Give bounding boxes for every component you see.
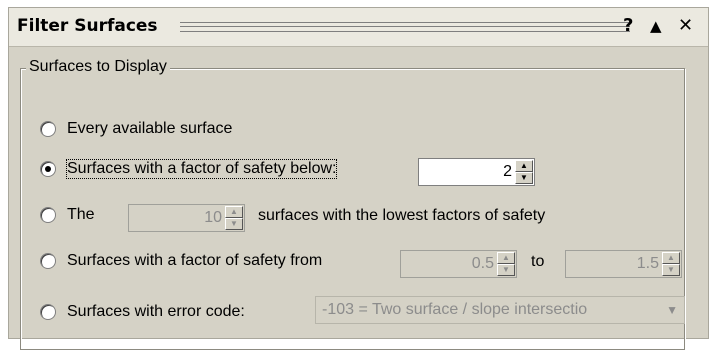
lowest-count-value[interactable]: 10 [204,209,222,227]
range-from-value[interactable]: 0.5 [472,255,494,273]
radio-lowest-factors[interactable] [40,207,56,223]
range-to-value[interactable]: 1.5 [637,255,659,273]
option-lowest-prefix: The [67,206,95,223]
group-legend: Surfaces to Display [26,58,170,76]
option-lowest-factors[interactable]: The [40,203,130,231]
collapse-button[interactable]: ▲ [650,16,662,36]
range-to-spinner[interactable]: 1.5 ▲ ▼ [565,250,682,278]
option-error-label: Surfaces with error code: [67,303,245,320]
chevron-down-icon[interactable]: ▼ [666,303,678,317]
spin-up-icon[interactable]: ▲ [497,252,515,264]
range-from-spinner[interactable]: 0.5 ▲ ▼ [400,250,517,278]
spin-down-icon[interactable]: ▼ [497,264,515,276]
spin-down-icon[interactable]: ▼ [515,172,533,184]
spin-up-icon[interactable]: ▲ [515,160,533,172]
spin-up-icon[interactable]: ▲ [662,252,680,264]
close-button[interactable]: ✕ [678,16,693,36]
option-every-label: Every available surface [67,120,233,137]
below-factor-spinner[interactable]: 2 ▲ ▼ [418,158,535,186]
spin-up-icon[interactable]: ▲ [225,206,243,218]
option-below-factor[interactable]: Surfaces with a factor of safety below: [40,157,680,185]
option-lowest-suffix: surfaces with the lowest factors of safe… [258,207,546,224]
radio-range[interactable] [40,253,56,269]
option-every-surface[interactable]: Every available surface [40,117,440,145]
option-error-code[interactable]: Surfaces with error code: [40,300,310,328]
dialog-title: Filter Surfaces [17,16,158,36]
title-bar[interactable]: Filter Surfaces ? ▲ ✕ [9,8,708,47]
below-factor-value[interactable]: 2 [503,163,512,181]
range-to-label: to [531,253,545,270]
radio-error-code[interactable] [40,304,56,320]
lowest-count-spinner[interactable]: 10 ▲ ▼ [128,204,245,232]
help-button[interactable]: ? [623,16,633,36]
option-below-label: Surfaces with a factor of safety below: [65,159,338,179]
radio-every-surface[interactable] [40,121,56,137]
error-code-select[interactable]: -103 = Two surface / slope intersectio ▼ [315,296,685,324]
title-grip[interactable] [180,22,630,32]
option-range-label: Surfaces with a factor of safety from [67,252,323,269]
spin-down-icon[interactable]: ▼ [225,218,243,230]
error-code-value[interactable]: -103 = Two surface / slope intersectio [322,301,587,319]
spin-down-icon[interactable]: ▼ [662,264,680,276]
radio-below-factor[interactable] [40,161,56,177]
option-range[interactable]: Surfaces with a factor of safety from [40,249,400,277]
